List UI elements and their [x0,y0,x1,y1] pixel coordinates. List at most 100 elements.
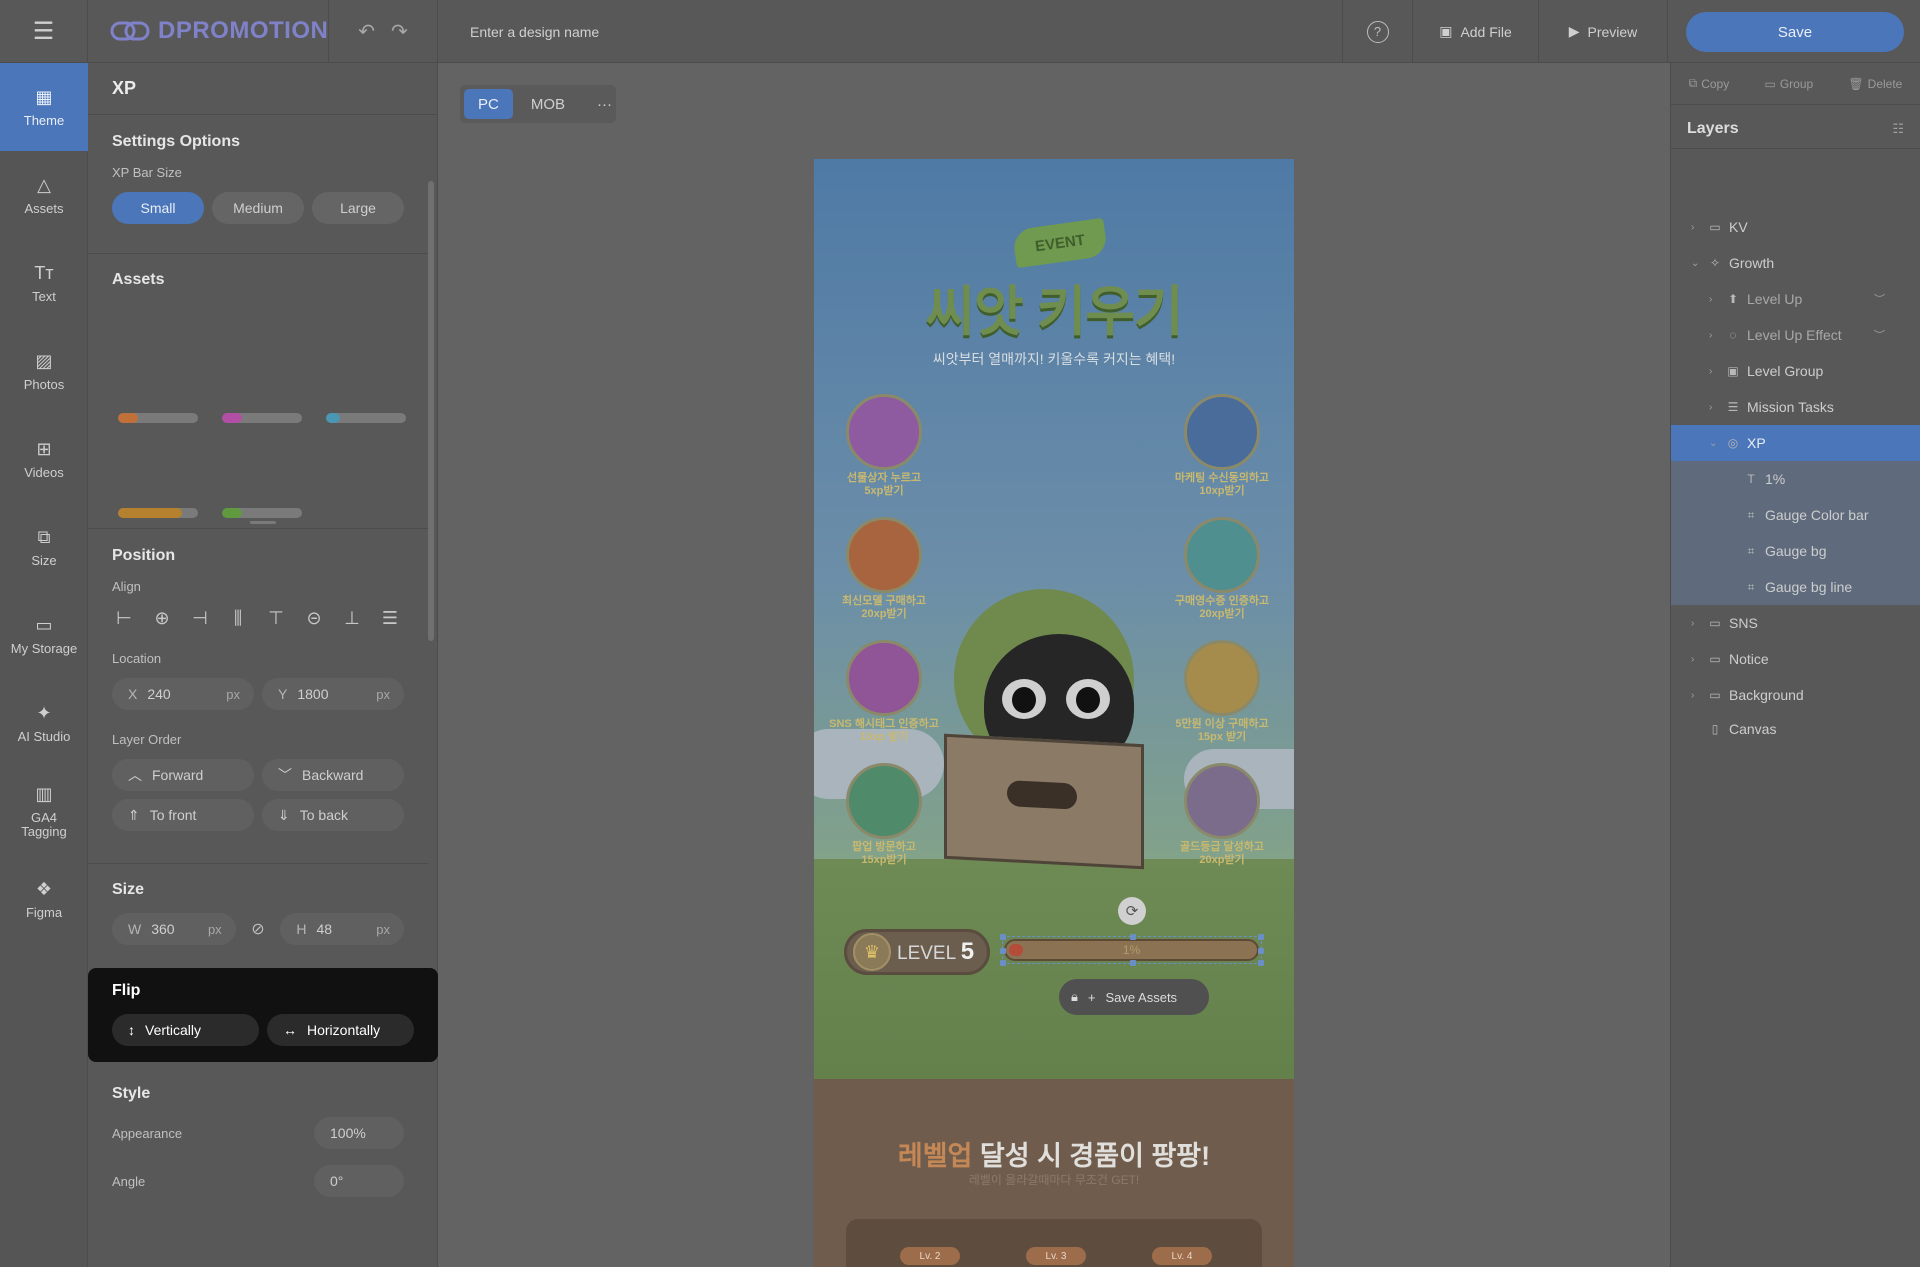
mission-item[interactable]: 최신모델 구매하고 20xp받기 [824,517,944,621]
mission-item[interactable]: 선물상자 누르고 5xp받기 [824,394,944,498]
mission-item[interactable]: SNS 해시태그 인증하고 10xp 받기 [824,640,944,744]
resize-handle[interactable] [1258,948,1264,954]
align-right-icon[interactable]: ⊣ [188,608,212,629]
level-chip[interactable]: Lv. 4 [1152,1247,1212,1265]
asset-xp-bar-gold[interactable] [118,508,198,518]
align-bottom-icon[interactable]: ⊥ [340,608,364,629]
layer-item[interactable]: ⌗ Gauge bg [1671,533,1920,569]
level-chip[interactable]: Lv. 3 [1026,1247,1086,1265]
nav-ga4-tagging[interactable]: ▥ GA4 Tagging [0,767,88,855]
device-mob-button[interactable]: MOB [517,89,579,119]
chevron-right-icon[interactable]: › [1709,366,1719,377]
copy-button[interactable]: ⧉ Copy [1689,76,1730,91]
reward-subtitle[interactable]: 레벨이 올라갈때마다 무조건 GET! [814,1171,1294,1188]
add-file-button[interactable]: ▣ Add File [1412,0,1538,63]
resize-handle[interactable] [1000,948,1006,954]
height-field[interactable]: H 48 px [280,913,404,945]
mission-item[interactable]: 골드등급 달성하고 20xp받기 [1162,763,1282,867]
to-back-button[interactable]: ⇓ To back [262,799,404,831]
promo-subtitle[interactable]: 씨앗부터 열매까지! 키울수록 커지는 혜택! [814,349,1294,369]
group-button[interactable]: ▭ Group [1764,77,1813,91]
mission-item[interactable]: 구매영수증 인증하고 20xp받기 [1162,517,1282,621]
nav-photos[interactable]: ▨ Photos [0,327,88,415]
more-options-icon[interactable]: ··· [583,89,626,119]
mission-item[interactable]: 팝업 방문하고 15xp받기 [824,763,944,867]
nav-size[interactable]: ⧉ Size [0,503,88,591]
size-large-button[interactable]: Large [312,192,404,224]
chevron-right-icon[interactable]: › [1691,618,1701,629]
chevron-right-icon[interactable]: › [1691,222,1701,233]
layer-item[interactable]: › ▭ Notice [1671,641,1920,677]
layer-item[interactable]: ▯ Canvas [1671,711,1920,747]
nav-figma[interactable]: ❖ Figma [0,855,88,943]
nav-ai-studio[interactable]: ✦ AI Studio [0,679,88,767]
resize-handle[interactable] [1130,934,1136,940]
mission-item[interactable]: 5만원 이상 구매하고 15px 받기 [1162,640,1282,744]
align-middle-icon[interactable]: ⊝ [302,608,326,629]
appearance-field[interactable]: 100% [314,1117,404,1149]
eye-off-icon[interactable]: ︶ [1874,327,1885,343]
align-left-icon[interactable]: ⊢ [112,608,136,629]
unlink-ratio-icon[interactable]: ⊘ [244,919,273,939]
y-field[interactable]: Y 1800 px [262,678,404,710]
selection-box[interactable] [1000,934,1264,966]
layer-item[interactable]: ⌗ Gauge bg line [1671,569,1920,605]
nav-videos[interactable]: ⊞ Videos [0,415,88,503]
asset-xp-bar-green[interactable] [222,508,302,518]
rotate-handle-icon[interactable]: ⟳ [1118,897,1146,925]
distribute-v-icon[interactable]: ☰ [378,608,402,629]
redo-icon[interactable]: ↷ [391,19,408,44]
distribute-h-icon[interactable]: ⫼ [226,608,250,629]
layer-item[interactable]: › ▣ Level Group [1671,353,1920,389]
asset-xp-bar-orange[interactable] [118,413,198,423]
flip-horizontal-button[interactable]: ↔ Horizontally [267,1014,414,1046]
lock-icon[interactable]: 🔒︎ [1071,989,1078,1005]
layer-item[interactable]: › ▭ SNS [1671,605,1920,641]
asset-xp-bar-blue[interactable] [326,413,406,423]
size-small-button[interactable]: Small [112,192,204,224]
resize-handle[interactable] [1258,960,1264,966]
menu-button[interactable]: ☰ [0,0,88,63]
resize-handle[interactable] [250,521,276,524]
eye-off-icon[interactable]: ︶ [1874,291,1885,307]
brand-logo[interactable]: DPROMOTION [110,17,328,45]
asset-xp-bar-purple[interactable] [222,413,302,423]
chevron-right-icon[interactable]: › [1691,654,1701,665]
layer-item[interactable]: › ◌ Level Up Effect ︶ [1671,317,1920,353]
chevron-down-icon[interactable]: ⌄ [1709,438,1719,449]
resize-handle[interactable] [1000,960,1006,966]
angle-field[interactable]: 0° [314,1165,404,1197]
to-front-button[interactable]: ⇑ To front [112,799,254,831]
level-chip[interactable]: Lv. 2 [900,1247,960,1265]
layer-item[interactable]: › ⬆ Level Up ︶ [1671,281,1920,317]
layer-item[interactable]: ⌗ Gauge Color bar [1671,497,1920,533]
mission-item[interactable]: 마케팅 수신동의하고 10xp받기 [1162,394,1282,498]
flip-vertical-button[interactable]: ↕ Vertically [112,1014,259,1046]
chevron-right-icon[interactable]: › [1691,690,1701,701]
layer-item[interactable]: › ☰ Mission Tasks [1671,389,1920,425]
device-pc-button[interactable]: PC [464,89,513,119]
save-assets-button[interactable]: 🔒︎ + Save Assets [1059,979,1209,1015]
nav-assets[interactable]: △ Assets [0,151,88,239]
layer-item[interactable]: ⌄ ◎ XP [1671,425,1920,461]
save-button[interactable]: Save [1686,12,1904,52]
cardboard-box[interactable] [944,733,1144,870]
size-medium-button[interactable]: Medium [212,192,304,224]
reward-title[interactable]: 레벨업 달성 시 경품이 팡팡! [814,1134,1294,1173]
panel-scrollbar[interactable] [428,181,434,641]
layer-item[interactable]: ⌄ ✧ Growth [1671,245,1920,281]
artboard[interactable]: EVENT 씨앗 키우기 씨앗부터 열매까지! 키울수록 커지는 혜택! 선물상… [814,159,1294,1267]
nav-theme[interactable]: ▦ Theme [0,63,88,151]
layer-item[interactable]: › ▭ Background [1671,677,1920,713]
resize-handle[interactable] [1130,960,1136,966]
undo-icon[interactable]: ↶ [358,19,375,44]
nav-my-storage[interactable]: ▭ My Storage [0,591,88,679]
layer-item[interactable]: T 1% [1671,461,1920,497]
chevron-right-icon[interactable]: › [1709,294,1719,305]
level-badge[interactable]: ♛ LEVEL 5 [844,929,990,975]
preview-button[interactable]: ▶ Preview [1538,0,1668,63]
help-button[interactable]: ? [1342,0,1412,63]
nav-text[interactable]: Tт Text [0,239,88,327]
resize-handle[interactable] [1258,934,1264,940]
promo-title[interactable]: 씨앗 키우기 [814,267,1294,346]
